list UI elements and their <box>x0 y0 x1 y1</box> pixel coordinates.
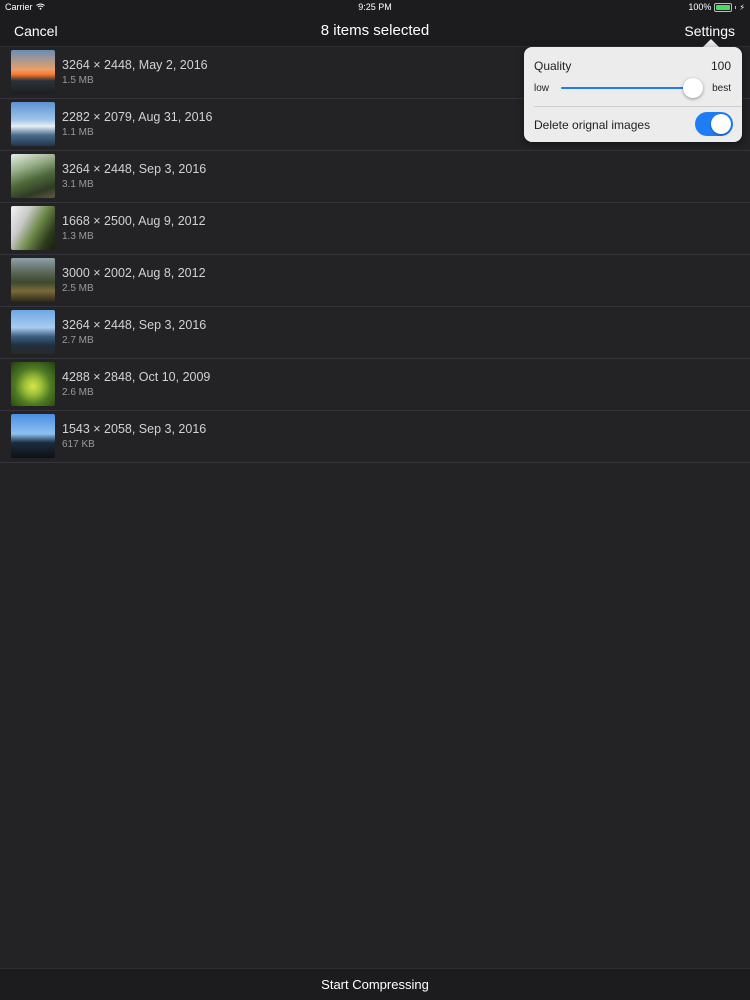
image-thumbnail <box>11 154 55 198</box>
image-file-size: 1.3 MB <box>62 231 94 242</box>
image-dimensions-date: 2282 × 2079, Aug 31, 2016 <box>62 110 213 124</box>
image-file-size: 2.7 MB <box>62 335 94 346</box>
image-thumbnail <box>11 50 55 94</box>
list-item[interactable]: 1668 × 2500, Aug 9, 2012 1.3 MB <box>0 203 750 255</box>
image-thumbnail <box>11 102 55 146</box>
battery-icon <box>714 2 733 12</box>
slider-low-label: low <box>534 83 550 94</box>
image-dimensions-date: 3264 × 2448, Sep 3, 2016 <box>62 162 207 176</box>
page-title: 8 items selected <box>320 22 430 39</box>
navigation-bar: Cancel 8 items selected Settings <box>0 14 750 47</box>
settings-button[interactable]: Settings <box>684 23 735 39</box>
bottom-toolbar: Start Compressing <box>0 968 750 1000</box>
battery-percent: 100% <box>688 2 712 12</box>
toggle-knob <box>711 114 731 134</box>
cancel-button[interactable]: Cancel <box>14 23 58 39</box>
list-item[interactable]: 3000 × 2002, Aug 8, 2012 2.5 MB <box>0 255 750 307</box>
image-file-size: 1.5 MB <box>62 75 94 86</box>
status-bar: Carrier 9:25 PM 100% ⚡ <box>0 0 750 14</box>
image-thumbnail <box>11 310 55 354</box>
image-thumbnail <box>11 258 55 302</box>
list-item[interactable]: 3264 × 2448, Sep 3, 2016 3.1 MB <box>0 151 750 203</box>
list-item[interactable]: 3264 × 2448, Sep 3, 2016 2.7 MB <box>0 307 750 359</box>
status-time: 9:25 PM <box>358 2 392 12</box>
popover-divider <box>534 106 742 107</box>
image-dimensions-date: 1668 × 2500, Aug 9, 2012 <box>62 214 206 228</box>
slider-thumb[interactable] <box>683 78 703 98</box>
image-thumbnail <box>11 362 55 406</box>
quality-label: Quality <box>534 59 572 73</box>
image-thumbnail <box>11 206 55 250</box>
image-thumbnail <box>11 414 55 458</box>
slider-fill <box>561 87 693 89</box>
quality-slider[interactable] <box>561 78 703 98</box>
quality-value: 100 <box>710 59 731 73</box>
start-compressing-button[interactable]: Start Compressing <box>0 977 750 992</box>
image-dimensions-date: 3264 × 2448, Sep 3, 2016 <box>62 318 207 332</box>
image-file-size: 2.5 MB <box>62 283 94 294</box>
slider-best-label: best <box>712 83 731 94</box>
battery-tip <box>735 5 737 9</box>
image-dimensions-date: 1543 × 2058, Sep 3, 2016 <box>62 422 207 436</box>
list-item[interactable]: 1543 × 2058, Sep 3, 2016 617 KB <box>0 411 750 463</box>
image-file-size: 3.1 MB <box>62 179 94 190</box>
charging-bolt-icon: ⚡ <box>739 2 745 12</box>
status-battery: 100% ⚡ <box>688 2 745 12</box>
image-dimensions-date: 3000 × 2002, Aug 8, 2012 <box>62 266 206 280</box>
image-file-size: 1.1 MB <box>62 127 94 138</box>
delete-originals-label: Delete orignal images <box>534 118 651 132</box>
delete-originals-toggle[interactable] <box>695 112 733 136</box>
list-item[interactable]: 4288 × 2848, Oct 10, 2009 2.6 MB <box>0 359 750 411</box>
settings-popover: Quality 100 low best Delete orignal imag… <box>524 47 742 142</box>
image-dimensions-date: 4288 × 2848, Oct 10, 2009 <box>62 370 211 384</box>
image-dimensions-date: 3264 × 2448, May 2, 2016 <box>62 58 208 72</box>
app-window: Carrier 9:25 PM 100% ⚡ Cancel 8 items se… <box>0 0 750 1000</box>
image-file-size: 617 KB <box>62 439 95 450</box>
image-file-size: 2.6 MB <box>62 387 94 398</box>
